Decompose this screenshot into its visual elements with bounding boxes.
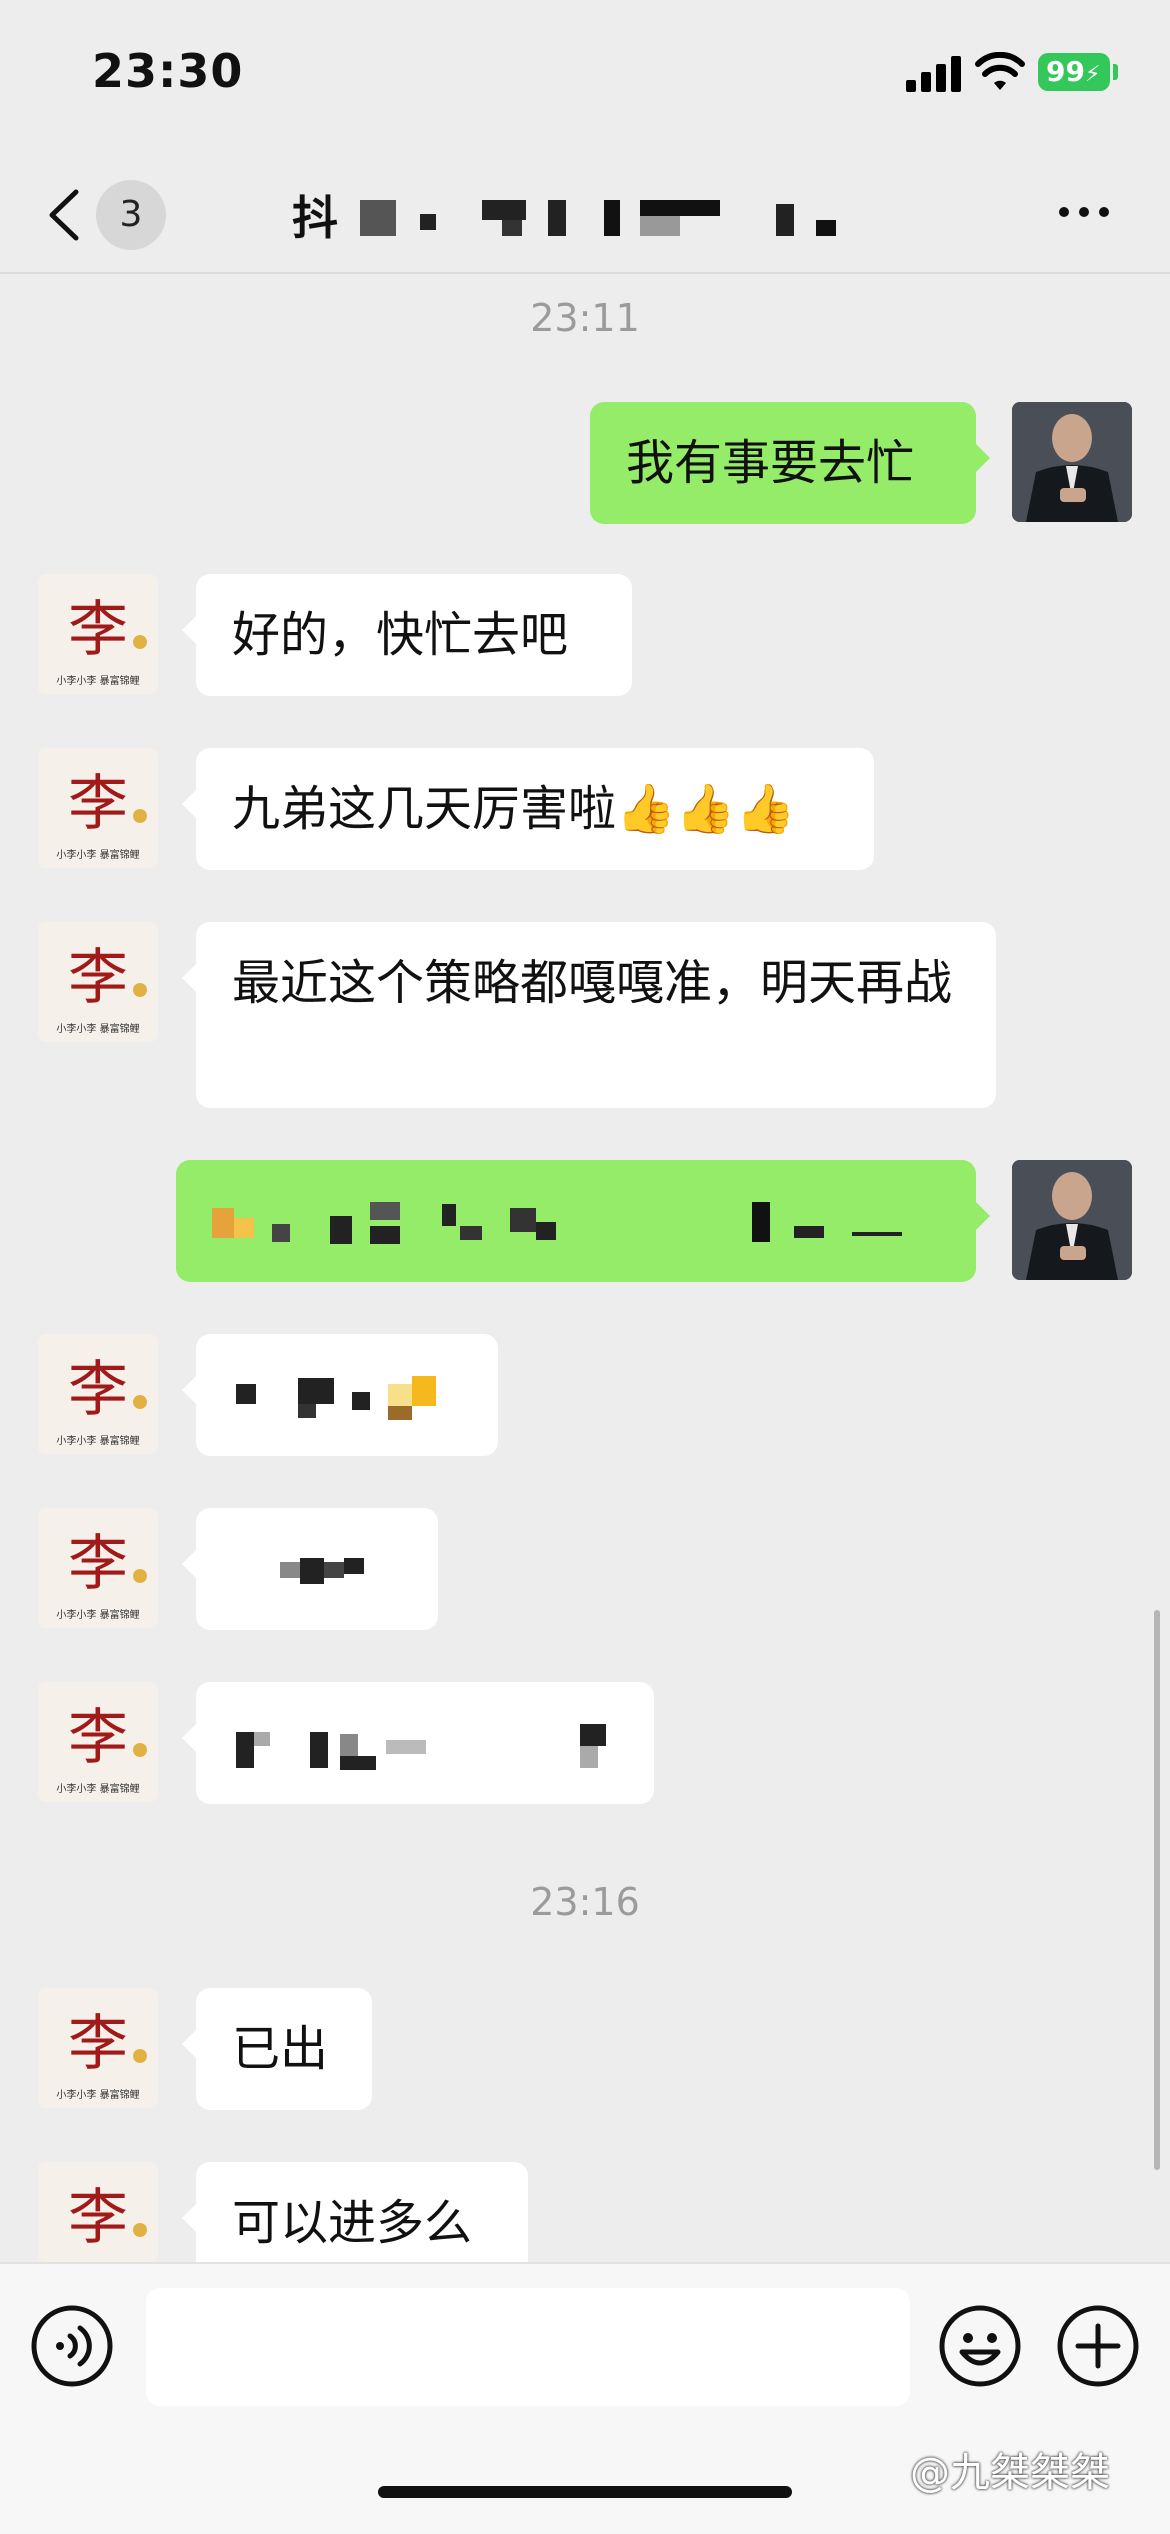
message-bubble-received[interactable]: 九弟这几天厉害啦👍👍👍 [182,748,874,870]
title-redaction-mosaic [360,200,836,236]
contact-logo-icon: 李 小李小李 暴富锦鲤 [38,574,158,694]
svg-text:小李小李 暴富锦鲤: 小李小李 暴富锦鲤 [56,1022,139,1035]
contact-avatar[interactable]: 李 小李小李 暴富锦鲤 [38,748,158,868]
battery-indicator: 99⚡ [1038,53,1110,91]
message-text: 我有事要去忙 [626,435,915,491]
contact-avatar[interactable]: 李 小李小李 暴富锦鲤 [38,2162,158,2262]
redaction-mosaic [236,1376,436,1420]
contact-logo-icon: 李 小李小李 暴富锦鲤 [38,1988,158,2108]
contact-logo-icon: 李 小李小李 暴富锦鲤 [38,1508,158,1628]
redaction-mosaic [236,1724,606,1770]
my-avatar[interactable] [1012,1160,1132,1280]
chat-title: 抖 [292,191,338,245]
contact-avatar[interactable]: 李 小李小李 暴富锦鲤 [38,1988,158,2108]
message-timestamp: 23:11 [530,296,640,340]
battery-tip [1113,64,1118,80]
svg-text:李: 李 [68,943,128,1013]
message-bubble-received[interactable] [182,1334,498,1456]
user-photo-icon [1012,402,1132,522]
chat-header: 3 抖 [0,150,1170,274]
cellular-signal-icon [906,56,961,92]
svg-text:小李小李 暴富锦鲤: 小李小李 暴富锦鲤 [56,1782,139,1795]
message-text: 已出 [232,2021,329,2077]
redaction-mosaic [280,1558,364,1584]
message-bubble-sent[interactable] [176,1160,990,1282]
back-button[interactable]: 3 [44,180,194,250]
contact-logo-icon: 李 小李小李 暴富锦鲤 [38,2162,158,2262]
watermark: @九桀桀桀 [910,2450,1110,2496]
message-bubble-received[interactable]: 可以进多么 [182,2162,528,2262]
message-timestamp: 23:16 [530,1880,640,1924]
message-bubble-received[interactable]: 好的，快忙去吧 [182,574,632,696]
message-bubble-received[interactable]: 最近这个策略都嘎嘎准，明天再战 [182,922,996,1108]
svg-text:小李小李 暴富锦鲤: 小李小李 暴富锦鲤 [56,1434,139,1447]
contact-avatar[interactable]: 李 小李小李 暴富锦鲤 [38,922,158,1042]
contact-avatar[interactable]: 李 小李小李 暴富锦鲤 [38,1334,158,1454]
message-text: 九弟这几天厉害啦👍👍👍 [232,781,796,837]
message-bubble-sent[interactable]: 我有事要去忙 [590,402,990,524]
contact-avatar[interactable]: 李 小李小李 暴富锦鲤 [38,1682,158,1802]
message-bubble-received[interactable] [182,1508,438,1630]
svg-text:李: 李 [68,2009,128,2079]
contact-avatar[interactable]: 李 小李小李 暴富锦鲤 [38,1508,158,1628]
unread-count-badge: 3 [96,180,166,250]
voice-input-icon[interactable] [30,2304,114,2388]
contact-avatar[interactable]: 李 小李小李 暴富锦鲤 [38,574,158,694]
home-indicator[interactable] [378,2486,792,2498]
message-text: 好的，快忙去吧 [232,607,569,663]
my-avatar[interactable] [1012,402,1132,522]
svg-text:李: 李 [68,2183,128,2253]
message-text: 最近这个策略都嘎嘎准，明天再战 [232,955,953,1011]
contact-logo-icon: 李 小李小李 暴富锦鲤 [38,748,158,868]
battery-level: 99 [1046,55,1085,88]
redaction-mosaic [212,1202,902,1244]
svg-text:李: 李 [68,1703,128,1773]
svg-text:李: 李 [68,1529,128,1599]
svg-text:小李小李 暴富锦鲤: 小李小李 暴富锦鲤 [56,674,139,687]
status-time: 23:30 [92,44,244,98]
more-options-icon[interactable] [1056,200,1112,224]
message-bubble-received[interactable] [182,1682,654,1804]
message-input[interactable] [146,2288,910,2406]
contact-logo-icon: 李 小李小李 暴富锦鲤 [38,922,158,1042]
plus-icon[interactable] [1056,2304,1140,2388]
svg-text:李: 李 [68,1355,128,1425]
input-toolbar: @九桀桀桀 [0,2262,1170,2534]
svg-text:小李小李 暴富锦鲤: 小李小李 暴富锦鲤 [56,2088,139,2101]
message-text: 可以进多么 [232,2195,473,2251]
status-bar: 23:30 99⚡ [0,0,1170,150]
wifi-icon [975,52,1025,90]
message-bubble-received[interactable]: 已出 [182,1988,372,2110]
chevron-left-icon [49,189,79,241]
contact-logo-icon: 李 小李小李 暴富锦鲤 [38,1682,158,1802]
emoji-icon[interactable] [938,2304,1022,2388]
user-photo-icon [1012,1160,1132,1280]
scroll-indicator[interactable] [1154,1610,1160,2170]
contact-logo-icon: 李 小李小李 暴富锦鲤 [38,1334,158,1454]
svg-text:李: 李 [68,595,128,665]
svg-text:李: 李 [68,769,128,839]
svg-text:小李小李 暴富锦鲤: 小李小李 暴富锦鲤 [56,1608,139,1621]
svg-text:小李小李 暴富锦鲤: 小李小李 暴富锦鲤 [56,848,139,861]
